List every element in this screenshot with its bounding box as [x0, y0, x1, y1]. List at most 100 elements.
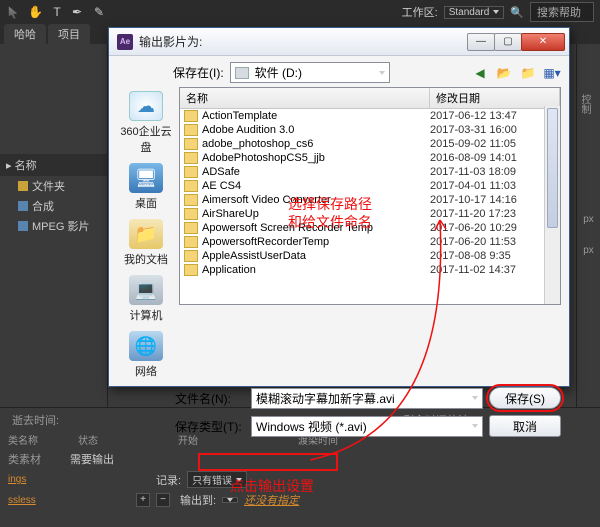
- link-ings[interactable]: ings: [8, 474, 64, 485]
- time-elapsed-label: 逝去时间:: [12, 412, 59, 428]
- column-header-date[interactable]: 修改日期: [430, 88, 560, 108]
- file-row[interactable]: AE CS42017-04-01 11:03: [180, 179, 560, 193]
- filetype-combo[interactable]: Windows 视频 (*.avi): [251, 416, 483, 437]
- file-row[interactable]: Adobe Audition 3.02017-03-31 16:00: [180, 123, 560, 137]
- project-column-name: ▸ 名称: [0, 154, 107, 176]
- project-item-folder[interactable]: 文件夹: [0, 176, 107, 196]
- place-desktop[interactable]: 🖥桌面: [118, 159, 174, 213]
- cancel-button[interactable]: 取消: [489, 415, 561, 437]
- folder-icon: [184, 152, 198, 164]
- output-to-menu[interactable]: [222, 497, 238, 503]
- video-icon: [18, 221, 28, 231]
- folder-icon: [184, 124, 198, 136]
- cloud-icon: ☁: [129, 91, 163, 121]
- project-item-mpeg[interactable]: MPEG 影片: [0, 216, 107, 236]
- remove-output-button[interactable]: −: [156, 493, 170, 507]
- project-panel: ▸ 名称 文件夹 合成 MPEG 影片: [0, 44, 108, 407]
- file-name: adobe_photoshop_cs6: [202, 138, 430, 150]
- network-icon: 🌐: [129, 331, 163, 361]
- folder-icon: [184, 222, 198, 234]
- file-row[interactable]: AdobePhotoshopCS5_jjb2016-08-09 14:01: [180, 151, 560, 165]
- add-output-button[interactable]: +: [136, 493, 150, 507]
- file-date: 2017-06-20 10:29: [430, 222, 556, 234]
- folder-icon: [184, 110, 198, 122]
- right-panel: 控制 px px: [576, 44, 600, 407]
- render-item-status: 需要输出: [70, 451, 114, 467]
- px-label: px: [577, 214, 600, 225]
- new-folder-icon[interactable]: 📁: [519, 64, 537, 82]
- file-name: ApowersoftRecorderTemp: [202, 236, 430, 248]
- scrollbar[interactable]: [544, 106, 560, 304]
- brush-tool-icon[interactable]: ✎: [94, 5, 108, 19]
- control-label: 控制: [577, 94, 592, 114]
- save-button[interactable]: 保存(S): [489, 387, 561, 409]
- file-row[interactable]: ADSafe2017-11-03 18:09: [180, 165, 560, 179]
- workspace-selector[interactable]: Standard: [444, 6, 505, 19]
- workspace-value: Standard: [449, 7, 490, 18]
- file-name: Apowersoft Screen Recorder Temp: [202, 222, 430, 234]
- render-item-name[interactable]: 类素材: [8, 451, 64, 467]
- documents-icon: 📁: [129, 219, 163, 249]
- file-date: 2017-04-01 11:03: [430, 180, 556, 192]
- file-row[interactable]: AirShareUp2017-11-20 17:23: [180, 207, 560, 221]
- search-help-input[interactable]: 搜索帮助: [530, 2, 594, 22]
- file-list-pane: 名称 修改日期 ActionTemplate2017-06-12 13:47Ad…: [179, 87, 561, 305]
- dialog-titlebar[interactable]: Ae 输出影片为: — ▢ ✕: [109, 28, 569, 56]
- maximize-button[interactable]: ▢: [494, 33, 522, 51]
- file-row[interactable]: ActionTemplate2017-06-12 13:47: [180, 109, 560, 123]
- file-row[interactable]: ApowersoftRecorderTemp2017-06-20 11:53: [180, 235, 560, 249]
- tab-project[interactable]: 项目: [48, 24, 90, 44]
- tab-haha[interactable]: 哈哈: [4, 24, 46, 44]
- hand-tool-icon[interactable]: ✋: [28, 5, 42, 19]
- app-topbar: ✋ T ✒ ✎ 工作区: Standard 🔍 搜索帮助: [0, 0, 600, 24]
- file-row[interactable]: Apowersoft Screen Recorder Temp2017-06-2…: [180, 221, 560, 235]
- file-name: AppleAssistUserData: [202, 250, 430, 262]
- file-row[interactable]: Aimersoft Video Converter2017-10-17 14:1…: [180, 193, 560, 207]
- folder-icon: [184, 264, 198, 276]
- view-menu-icon[interactable]: ▦▾: [543, 64, 561, 82]
- file-row[interactable]: AppleAssistUserData2017-08-08 9:35: [180, 249, 560, 263]
- project-item-comp[interactable]: 合成: [0, 196, 107, 216]
- file-name: Application: [202, 264, 430, 276]
- file-row[interactable]: Application2017-11-02 14:37: [180, 263, 560, 277]
- record-selector[interactable]: 只有错误: [187, 471, 247, 488]
- search-help-icon: 🔍: [510, 6, 524, 19]
- col-name: 类名称: [8, 432, 38, 447]
- file-list[interactable]: ActionTemplate2017-06-12 13:47Adobe Audi…: [180, 109, 560, 305]
- px-label-2: px: [577, 245, 600, 256]
- place-cloud[interactable]: ☁360企业云盘: [118, 87, 174, 157]
- output-target-link[interactable]: 还没有指定: [244, 492, 299, 508]
- scrollbar-thumb[interactable]: [547, 108, 558, 228]
- file-date: 2017-03-31 16:00: [430, 124, 556, 136]
- minimize-button[interactable]: —: [467, 33, 495, 51]
- file-name: AirShareUp: [202, 208, 430, 220]
- pointer-tool-icon[interactable]: [6, 5, 20, 19]
- folder-icon: [184, 166, 198, 178]
- file-date: 2017-10-17 14:16: [430, 194, 556, 206]
- filename-input[interactable]: 模糊滚动字幕加新字幕.avi: [251, 388, 483, 409]
- filetype-label: 保存类型(T):: [175, 418, 245, 435]
- tool-icons: ✋ T ✒ ✎: [6, 5, 108, 19]
- save-dialog: Ae 输出影片为: — ▢ ✕ 保存在(I): 软件 (D:) ◀ 📂 📁 ▦▾…: [108, 27, 570, 387]
- file-name: Adobe Audition 3.0: [202, 124, 430, 136]
- column-header-name[interactable]: 名称: [180, 88, 430, 108]
- place-mydocs[interactable]: 📁我的文档: [118, 215, 174, 269]
- up-icon[interactable]: 📂: [495, 64, 513, 82]
- save-in-combo[interactable]: 软件 (D:): [230, 62, 390, 83]
- drive-label: 软件 (D:): [255, 64, 302, 81]
- back-icon[interactable]: ◀: [471, 64, 489, 82]
- close-button[interactable]: ✕: [521, 33, 565, 51]
- link-ssless[interactable]: ssless: [8, 495, 64, 506]
- place-computer[interactable]: 💻计算机: [118, 271, 174, 325]
- chevron-down-icon: [472, 396, 478, 400]
- filename-label: 文件名(N):: [175, 390, 245, 407]
- file-row[interactable]: adobe_photoshop_cs62015-09-02 11:05: [180, 137, 560, 151]
- file-date: 2017-06-20 11:53: [430, 236, 556, 248]
- folder-icon: [184, 250, 198, 262]
- col-status: 状态: [78, 432, 98, 447]
- file-date: 2017-06-12 13:47: [430, 110, 556, 122]
- text-tool-icon[interactable]: T: [50, 5, 64, 19]
- file-name: Aimersoft Video Converter: [202, 194, 430, 206]
- pen-tool-icon[interactable]: ✒: [72, 5, 86, 19]
- place-network[interactable]: 🌐网络: [118, 327, 174, 381]
